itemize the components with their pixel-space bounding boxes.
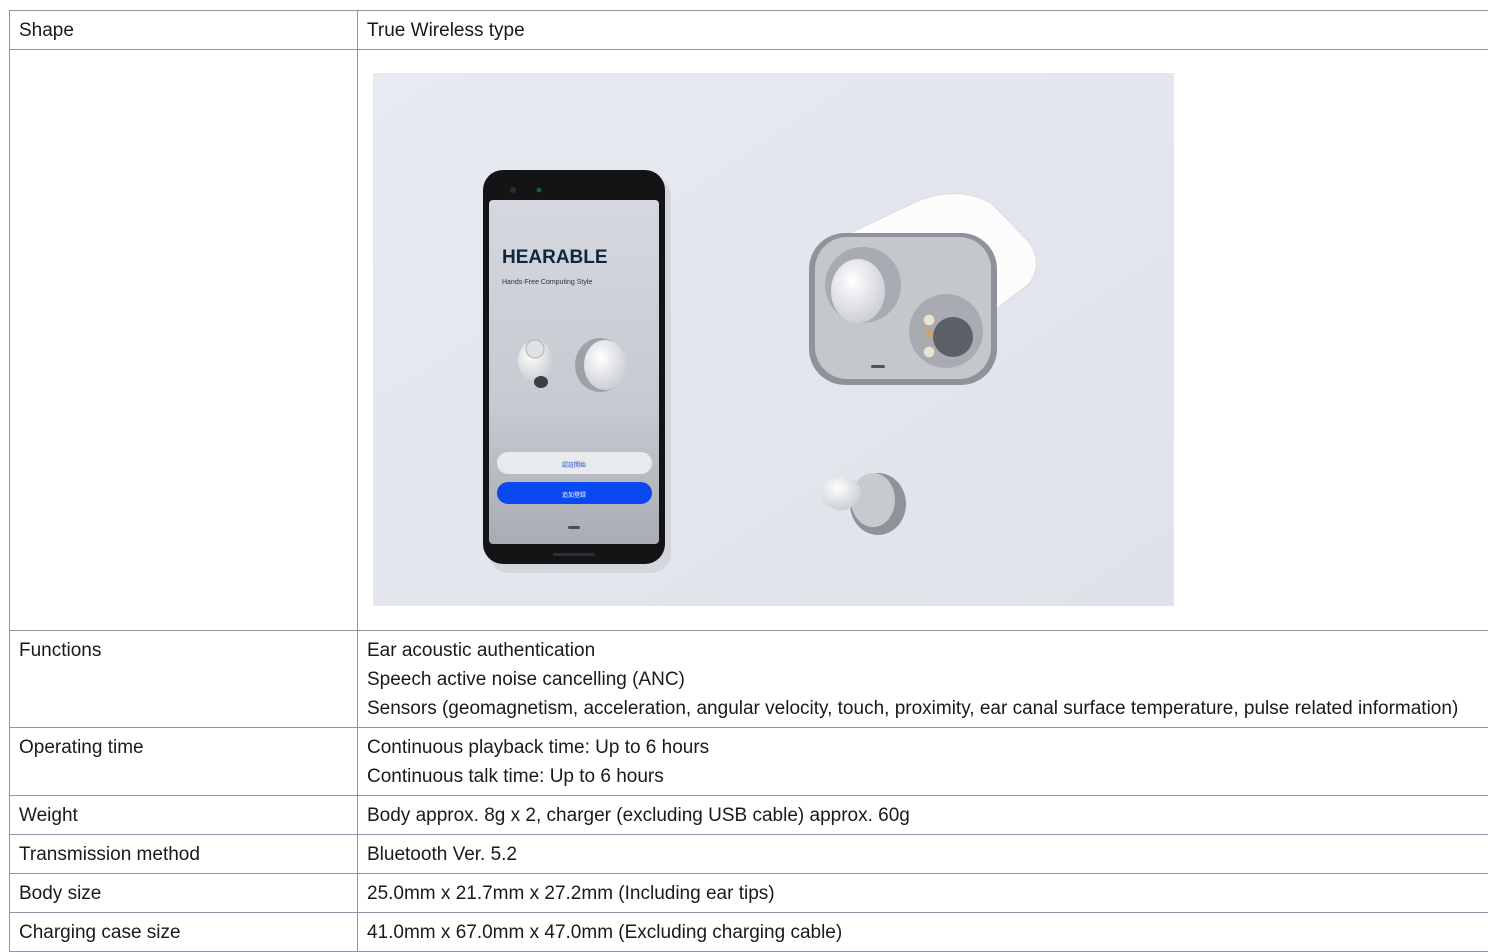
row-label: Shape	[10, 11, 358, 50]
row-label	[10, 50, 358, 631]
row-value: Body approx. 8g x 2, charger (excluding …	[358, 796, 1488, 835]
row-label: Transmission method	[10, 835, 358, 874]
row-value: True Wireless type	[358, 11, 1488, 50]
table-row-transmission: Transmission method Bluetooth Ver. 5.2	[10, 835, 1488, 874]
row-label: Charging case size	[10, 913, 358, 952]
row-label: Body size	[10, 874, 358, 913]
row-label: Operating time	[10, 728, 358, 796]
value-line: Sensors (geomagnetism, acceleration, ang…	[367, 694, 1488, 723]
table-row-body-size: Body size 25.0mm x 21.7mm x 27.2mm (Incl…	[10, 874, 1488, 913]
phone-title: HEARABLE	[502, 247, 608, 268]
smartphone-image: HEARABLE Hands-Free Computing Style 認証開始…	[483, 170, 665, 564]
value-line: Continuous talk time: Up to 6 hours	[367, 762, 1488, 791]
table-row-operating-time: Operating time Continuous playback time:…	[10, 728, 1488, 796]
row-value: 25.0mm x 21.7mm x 27.2mm (Including ear …	[358, 874, 1488, 913]
value-line: Body approx. 8g x 2, charger (excluding …	[367, 801, 1488, 830]
value-line: Bluetooth Ver. 5.2	[367, 840, 1488, 869]
value-line: 25.0mm x 21.7mm x 27.2mm (Including ear …	[367, 879, 1488, 908]
product-photo: HEARABLE Hands-Free Computing Style 認証開始…	[373, 73, 1174, 606]
row-value: Ear acoustic authentication Speech activ…	[358, 631, 1488, 728]
product-photo-cell: HEARABLE Hands-Free Computing Style 認証開始…	[358, 50, 1488, 631]
value-line: 41.0mm x 67.0mm x 47.0mm (Excluding char…	[367, 918, 1488, 947]
row-label: Functions	[10, 631, 358, 728]
value-line: Ear acoustic authentication	[367, 636, 1488, 665]
row-label: Weight	[10, 796, 358, 835]
table-row-case-size: Charging case size 41.0mm x 67.0mm x 47.…	[10, 913, 1488, 952]
table-row-shape: Shape True Wireless type	[10, 11, 1488, 50]
row-value: Continuous playback time: Up to 6 hours …	[358, 728, 1488, 796]
phone-add-button-label: 追加登録	[562, 491, 586, 499]
value-line: True Wireless type	[367, 16, 1488, 45]
table-row-weight: Weight Body approx. 8g x 2, charger (exc…	[10, 796, 1488, 835]
phone-auth-button-label: 認証開始	[562, 461, 586, 469]
table-row-image: HEARABLE Hands-Free Computing Style 認証開始…	[10, 50, 1488, 631]
row-value: Bluetooth Ver. 5.2	[358, 835, 1488, 874]
table-row-functions: Functions Ear acoustic authentication Sp…	[10, 631, 1488, 728]
row-value: 41.0mm x 67.0mm x 47.0mm (Excluding char…	[358, 913, 1488, 952]
value-line: Continuous playback time: Up to 6 hours	[367, 733, 1488, 762]
phone-subtitle: Hands-Free Computing Style	[502, 279, 592, 286]
spec-table: Shape True Wireless type	[9, 10, 1488, 952]
value-line: Speech active noise cancelling (ANC)	[367, 665, 1488, 694]
